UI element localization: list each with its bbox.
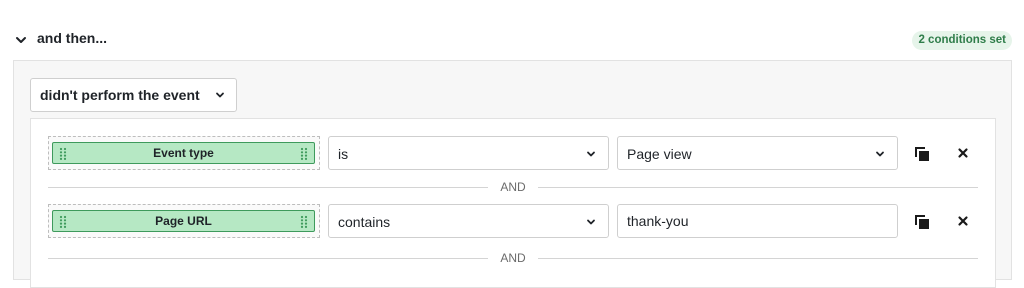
section-title: and then... — [37, 30, 107, 46]
separator-line — [48, 258, 488, 259]
chevron-down-icon — [216, 92, 224, 98]
field-pill[interactable]: Page URL — [52, 210, 315, 232]
event-mode-value: didn't perform the event — [40, 87, 200, 103]
separator-line — [538, 187, 978, 188]
chevron-down-icon — [876, 151, 884, 157]
condition-row: Page URL contains — [0, 204, 1024, 238]
value-select-value: Page view — [627, 146, 692, 162]
value-select[interactable]: Page view — [617, 136, 898, 170]
and-separator: AND — [48, 180, 978, 194]
chevron-down-icon — [587, 151, 595, 157]
condition-row: Event type is Page view — [0, 136, 1024, 170]
value-text-input[interactable] — [617, 204, 898, 238]
chevron-down-icon — [587, 219, 595, 225]
field-pill-label: Event type — [153, 146, 214, 160]
section-header: and then... 2 conditions set — [0, 0, 1024, 60]
copy-icon[interactable] — [912, 212, 932, 232]
close-icon[interactable] — [955, 145, 971, 161]
operator-value: is — [338, 146, 349, 162]
separator-line — [48, 187, 488, 188]
field-pill-label: Page URL — [155, 214, 212, 228]
operator-select[interactable]: is — [328, 136, 609, 170]
drag-handle-icon[interactable] — [300, 215, 308, 229]
and-separator: AND — [48, 251, 978, 265]
chevron-down-icon[interactable] — [14, 33, 28, 47]
copy-icon[interactable] — [912, 144, 932, 164]
field-pill[interactable]: Event type — [52, 142, 315, 164]
and-label: AND — [500, 180, 526, 194]
event-mode-select[interactable]: didn't perform the event — [30, 78, 237, 112]
drag-handle-icon[interactable] — [300, 147, 308, 161]
operator-select[interactable]: contains — [328, 204, 609, 238]
and-label: AND — [500, 251, 526, 265]
operator-value: contains — [338, 214, 391, 230]
conditions-count-badge: 2 conditions set — [912, 31, 1012, 50]
close-icon[interactable] — [955, 213, 971, 229]
separator-line — [538, 258, 978, 259]
